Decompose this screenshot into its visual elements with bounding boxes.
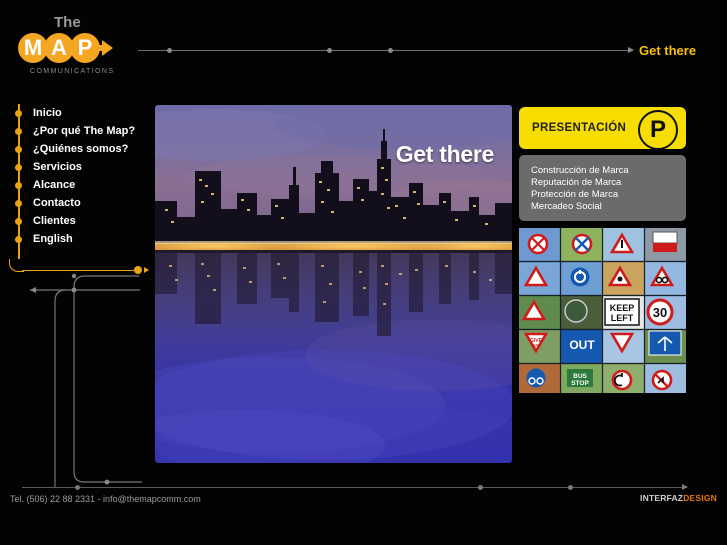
page-root: The M A P COMMUNICATIONS Get there Inici…	[0, 0, 727, 545]
sidebar-item-label: ¿Quiénes somos?	[33, 143, 129, 155]
header-rail-dot	[388, 48, 393, 53]
sidebar-item-label: Servicios	[33, 161, 82, 173]
main-navigation: Inicio ¿Por qué The Map? ¿Quiénes somos?…	[9, 104, 139, 259]
svg-text:OUT: OUT	[569, 338, 595, 352]
bullet-icon	[15, 127, 22, 135]
sidebar-item-por-que-the-map[interactable]: ¿Por qué The Map?	[9, 122, 139, 140]
logo-letter-circles: M A P	[18, 33, 113, 63]
svg-text:KEEP: KEEP	[610, 303, 635, 313]
bullet-icon	[15, 163, 22, 171]
sidebar-item-servicios[interactable]: Servicios	[9, 158, 139, 176]
nav-connector-dot	[134, 266, 142, 274]
sidebar-item-label: Inicio	[33, 107, 62, 119]
credit-accent: DESIGN	[683, 493, 717, 503]
bullet-icon	[15, 181, 22, 189]
site-logo[interactable]: The M A P COMMUNICATIONS	[18, 14, 138, 84]
svg-text:BUS: BUS	[573, 373, 587, 380]
header-rail-dot	[327, 48, 332, 53]
sidebar-item-label: Contacto	[33, 197, 81, 209]
page-title: PRESENTACIÓN	[532, 122, 627, 134]
svg-text:30: 30	[653, 305, 667, 320]
decorative-path	[30, 273, 142, 487]
bullet-icon	[15, 235, 22, 243]
list-item: Reputación de Marca	[531, 177, 622, 188]
svg-text:LEFT: LEFT	[611, 313, 634, 323]
sidebar-item-label: Alcance	[33, 179, 76, 191]
logo-the-text: The	[54, 14, 81, 31]
arrow-right-icon	[144, 266, 149, 273]
footer-rail-dot	[75, 485, 80, 490]
list-item: Mercadeo Social	[531, 201, 602, 212]
footer-rail-dot	[478, 485, 483, 490]
arrow-right-icon	[682, 484, 688, 490]
presentation-header[interactable]: PRESENTACIÓN P	[519, 107, 686, 150]
footer-contact[interactable]: Tel. (506) 22 88 2331 - info@themapcomm.…	[10, 494, 201, 504]
sidebar-item-label: ¿Por qué The Map?	[33, 125, 136, 137]
bullet-icon	[15, 199, 22, 207]
sidebar-item-label: English	[33, 233, 73, 245]
svg-text:WAY: WAY	[531, 343, 541, 348]
nav-connector-line	[22, 269, 138, 271]
sidebar-item-english[interactable]: English	[9, 230, 139, 248]
hero-caption: Get there	[395, 141, 495, 167]
arrow-right-icon	[102, 40, 113, 56]
design-credit[interactable]: INTERFAZDESIGN	[640, 493, 717, 503]
svg-text:STOP: STOP	[571, 380, 589, 387]
logo-arrow-stem	[94, 45, 102, 51]
arrow-right-icon	[628, 47, 634, 53]
header-cta[interactable]: Get there	[639, 43, 696, 58]
sidebar-item-inicio[interactable]: Inicio	[9, 104, 139, 122]
footer-rail	[22, 484, 688, 490]
nav-connector	[9, 259, 149, 274]
sidebar-item-contacto[interactable]: Contacto	[9, 194, 139, 212]
logo-tagline: COMMUNICATIONS	[30, 68, 115, 75]
footer-rail-dot	[568, 485, 573, 490]
parking-p-circle-icon: P	[638, 110, 678, 150]
list-item: Construcción de Marca	[531, 165, 629, 176]
bullet-icon	[15, 217, 22, 225]
sidebar-item-label: Clientes	[33, 215, 76, 227]
road-signs-grid: KEEP LEFT 30 GIVE WAY OUT BUS STOP	[519, 228, 686, 393]
road-signs-collage[interactable]: KEEP LEFT 30 GIVE WAY OUT BUS STOP	[519, 228, 686, 393]
presentation-list: Construcción de Marca Reputación de Marc…	[519, 155, 686, 221]
credit-primary: INTERFAZ	[640, 493, 684, 503]
bullet-icon	[15, 109, 22, 117]
header-rail-dot	[167, 48, 172, 53]
list-item: Protección de Marca	[531, 189, 619, 200]
sidebar-item-quienes-somos[interactable]: ¿Quiénes somos?	[9, 140, 139, 158]
bullet-icon	[15, 145, 22, 153]
sidebar-item-clientes[interactable]: Clientes	[9, 212, 139, 230]
header-rail	[138, 47, 634, 53]
hero-image[interactable]: Get there	[155, 105, 512, 463]
sidebar-item-alcance[interactable]: Alcance	[9, 176, 139, 194]
